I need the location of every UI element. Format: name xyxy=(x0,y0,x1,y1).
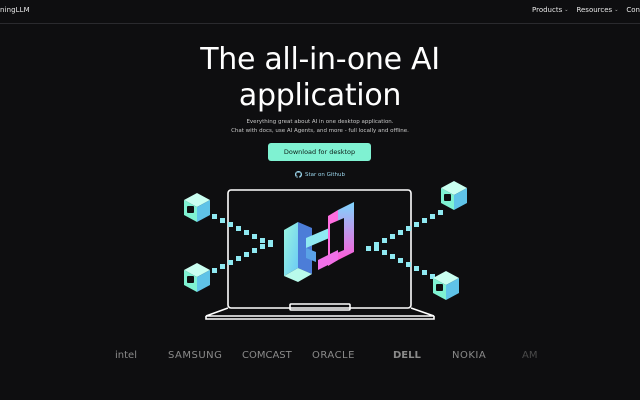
nav-item-label: Products xyxy=(532,6,563,14)
connector-chains xyxy=(212,210,443,279)
nav-item-resources[interactable]: Resources ⌄ xyxy=(576,6,618,14)
title-line: The all-in-one AI xyxy=(200,42,440,77)
nav-menu: Products ⌄ Resources ⌄ Con xyxy=(532,6,640,14)
logo-intel: intel xyxy=(115,350,137,361)
customer-logos: intel SAMSUNG COMCAST ORACLE DELL NOKIA … xyxy=(0,344,640,368)
logo-comcast: COMCAST xyxy=(242,350,292,361)
page-title: The all-in-one AI application xyxy=(0,42,640,114)
laptop-outline xyxy=(205,189,435,320)
file-cube xyxy=(441,181,467,210)
github-star-link[interactable]: Star on Github xyxy=(0,171,640,178)
logo-samsung: SAMSUNG xyxy=(168,350,223,361)
hero-illustration xyxy=(184,181,467,320)
center-logo xyxy=(284,202,354,282)
logo-nokia: NOKIA xyxy=(452,350,487,361)
hero-subtitle: Everything great about AI in one desktop… xyxy=(0,118,640,136)
top-nav: ningLLM Products ⌄ Resources ⌄ Con xyxy=(0,0,640,24)
database-cube xyxy=(184,193,210,222)
logo-dell: DELL xyxy=(393,350,421,361)
tools-cube xyxy=(184,263,210,292)
title-line: application xyxy=(238,78,402,113)
chevron-down-icon: ⌄ xyxy=(564,7,569,13)
download-button[interactable]: Download for desktop xyxy=(268,143,371,161)
nav-item-products[interactable]: Products ⌄ xyxy=(532,6,568,14)
nav-item-label: Resources xyxy=(576,6,613,14)
brand-logo[interactable]: ningLLM xyxy=(0,6,30,14)
nav-item-label: Con xyxy=(626,6,640,14)
logo-amd: AM xyxy=(522,350,538,361)
subtitle-line: Everything great about AI in one desktop… xyxy=(246,119,394,125)
logo-oracle: ORACLE xyxy=(312,350,355,361)
subtitle-line: Chat with docs, use AI Agents, and more … xyxy=(231,128,409,134)
github-icon xyxy=(294,171,302,178)
grid-cube xyxy=(433,271,459,300)
chevron-down-icon: ⌄ xyxy=(614,7,619,13)
star-label: Star on Github xyxy=(304,171,346,178)
nav-item-contact[interactable]: Con xyxy=(626,6,640,14)
